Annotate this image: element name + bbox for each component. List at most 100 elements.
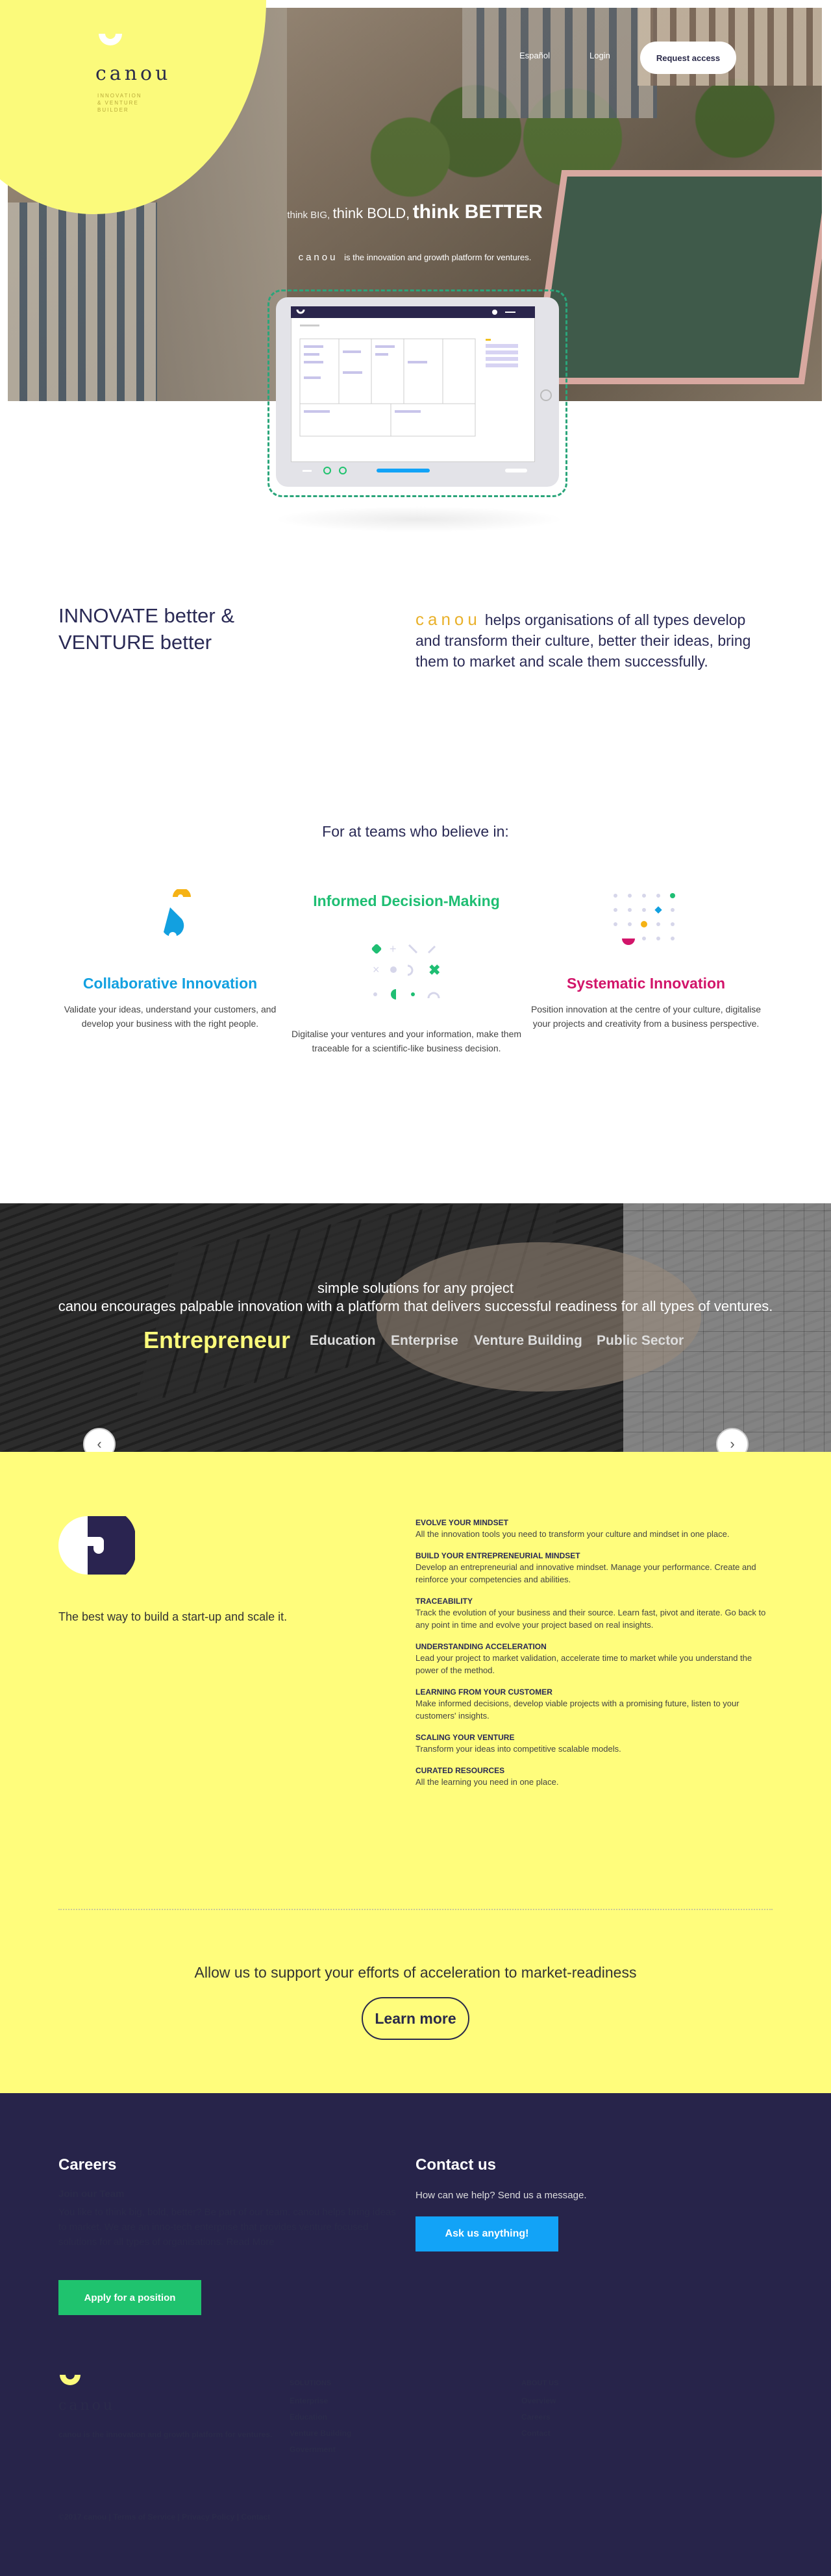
footer-solutions-column: SOLUTIONS Enterprise Education Venture B… bbox=[290, 2379, 351, 2461]
join-team-heading: Join our Team bbox=[58, 2189, 125, 2200]
ask-us-button[interactable]: Ask us anything! bbox=[416, 2216, 558, 2251]
feature-description: Digitalise your ventures and your inform… bbox=[291, 1029, 522, 1053]
feature-title: Informed Decision-Making bbox=[313, 892, 500, 909]
svg-text:✖: ✖ bbox=[428, 962, 440, 978]
list-item-title: CURATED RESOURCES bbox=[416, 1766, 505, 1775]
careers-text: You like to think big, bold, better? Be … bbox=[58, 2207, 396, 2248]
footer-link-education[interactable]: Education bbox=[290, 2412, 351, 2422]
footer-link-enterprise[interactable]: Enterprise bbox=[290, 2396, 351, 2405]
tab-venture-building[interactable]: Venture Building bbox=[474, 1333, 582, 1349]
list-item-desc: Lead your project to market validation, … bbox=[416, 1653, 752, 1675]
solutions-banner: simple solutions for any project canou e… bbox=[0, 1203, 831, 1452]
decision-icon: + × ✖ bbox=[371, 942, 440, 1000]
list-item-title: TRACEABILITY bbox=[416, 1597, 473, 1606]
list-item-title: UNDERSTANDING ACCELERATION bbox=[416, 1642, 547, 1651]
tab-public-sector[interactable]: Public Sector bbox=[597, 1333, 684, 1349]
entrepreneur-logo-icon bbox=[58, 1516, 135, 1575]
hero-building bbox=[462, 8, 657, 118]
list-item-title: LEARNING FROM YOUR CUSTOMER bbox=[416, 1687, 552, 1697]
contact-heading: Contact us bbox=[416, 2156, 497, 2174]
startup-feature-list: EVOLVE YOUR MINDSET All the innovation to… bbox=[416, 1517, 766, 1798]
believe-heading: For at teams who believe in: bbox=[322, 823, 509, 840]
feature-description: Validate your ideas, understand your cus… bbox=[64, 1004, 277, 1029]
banner-subtitle: canou encourages palpable innovation wit… bbox=[58, 1298, 773, 1314]
list-item-desc: Develop an entrepreneurial and innovativ… bbox=[416, 1562, 756, 1584]
svg-text:×: × bbox=[373, 963, 380, 976]
footer-link-careers[interactable]: Careers bbox=[521, 2412, 558, 2422]
feature-informed-desc: Digitalise your ventures and your inform… bbox=[290, 1027, 523, 1055]
intro-brand: canou bbox=[416, 609, 481, 629]
hero-brand: canou bbox=[298, 252, 338, 263]
list-item-title: EVOLVE YOUR MINDSET bbox=[416, 1518, 508, 1527]
footer-link-overview[interactable]: Overview bbox=[521, 2396, 558, 2405]
hero-subtitle-text: is the innovation and growth platform fo… bbox=[344, 252, 532, 262]
list-item-desc: All the innovation tools you need to tra… bbox=[416, 1529, 730, 1539]
list-item-desc: All the learning you need in one place. bbox=[416, 1777, 559, 1787]
hero-slogan-3: think BETTER bbox=[412, 201, 543, 223]
hero-building bbox=[8, 202, 157, 401]
list-item: SCALING YOUR VENTURE Transform your ideas… bbox=[416, 1732, 766, 1755]
systematic-icon bbox=[614, 893, 675, 946]
cta-text: Allow us to support your efforts of acce… bbox=[194, 1964, 637, 1981]
logo-subtitle: INNOVATION & VENTURE BUILDER bbox=[97, 92, 142, 114]
footer-copyright: ©2017 canou | Terms of Service | Privacy… bbox=[58, 2512, 271, 2521]
canou-logo-icon[interactable] bbox=[96, 31, 125, 60]
footer-column-title: SOLUTIONS bbox=[290, 2379, 332, 2387]
feature-title: Collaborative Innovation bbox=[82, 975, 258, 992]
logo-sub-line: & VENTURE bbox=[97, 100, 139, 106]
nav-login-link[interactable]: Login bbox=[589, 51, 610, 60]
intro-text: canou helps organisations of all types de… bbox=[416, 609, 773, 672]
list-item-desc: Track the evolution of your business and… bbox=[416, 1608, 766, 1630]
request-access-button[interactable]: Request access bbox=[640, 42, 736, 74]
chevron-right-icon: › bbox=[730, 1436, 735, 1452]
svg-text:+: + bbox=[390, 942, 397, 955]
footer-link-government[interactable]: Government bbox=[290, 2445, 351, 2454]
logo-text[interactable]: canou bbox=[95, 62, 171, 85]
list-item: LEARNING FROM YOUR CUSTOMER Make informed… bbox=[416, 1687, 766, 1722]
hero-slogan-1: think BIG, bbox=[287, 210, 330, 221]
tab-education[interactable]: Education bbox=[310, 1333, 376, 1349]
footer-column-title: ABOUT US bbox=[521, 2379, 559, 2387]
list-item: EVOLVE YOUR MINDSET All the innovation to… bbox=[416, 1517, 766, 1540]
footer-link-venture-building[interactable]: Venture Building bbox=[290, 2429, 351, 2438]
collaboration-icon bbox=[164, 889, 191, 940]
footer-link-contact[interactable]: Contact bbox=[521, 2429, 558, 2438]
list-item-title: SCALING YOUR VENTURE bbox=[416, 1733, 515, 1742]
feature-informed: Informed Decision-Making bbox=[290, 891, 523, 911]
banner-title: simple solutions for any project bbox=[317, 1280, 514, 1296]
list-item: UNDERSTANDING ACCELERATION Lead your proj… bbox=[416, 1641, 766, 1676]
feature-collaborative: Collaborative Innovation Validate your i… bbox=[53, 974, 287, 1031]
footer-logo-text[interactable]: canou bbox=[58, 2398, 115, 2414]
feature-systematic: Systematic Innovation Position innovatio… bbox=[529, 974, 763, 1031]
tablet-app-canvas bbox=[296, 309, 527, 474]
nav-language-link[interactable]: Español bbox=[519, 51, 550, 60]
footer-tagline: canou is the innovation and growth platf… bbox=[58, 2430, 273, 2439]
tablet-shadow bbox=[273, 506, 565, 532]
list-item-desc: Transform your ideas into competitive sc… bbox=[416, 1744, 621, 1754]
contact-text: How can we help? Send us a message. bbox=[416, 2190, 587, 2201]
list-item: BUILD YOUR ENTREPRENEURIAL MINDSET Develo… bbox=[416, 1551, 766, 1586]
startup-tagline: The best way to build a start-up and sca… bbox=[58, 1610, 288, 1623]
list-item: TRACEABILITY Track the evolution of your … bbox=[416, 1596, 766, 1631]
feature-title: Systematic Innovation bbox=[566, 975, 726, 992]
hero-slogan-2: think BOLD, bbox=[332, 205, 410, 221]
list-item: CURATED RESOURCES All the learning you ne… bbox=[416, 1765, 766, 1788]
learn-more-button[interactable]: Learn more bbox=[362, 1997, 469, 2040]
banner-hand bbox=[377, 1242, 701, 1392]
hero-subtitle: canou is the innovation and growth platf… bbox=[8, 252, 822, 263]
section-divider bbox=[58, 1909, 773, 1910]
tablet-home-button bbox=[540, 389, 552, 401]
logo-sub-line: BUILDER bbox=[97, 107, 129, 113]
logo-sub-line: INNOVATION bbox=[97, 93, 142, 99]
list-item-title: BUILD YOUR ENTREPRENEURIAL MINDSET bbox=[416, 1551, 580, 1560]
footer-logo-icon[interactable] bbox=[58, 2374, 82, 2393]
footer-about-column: ABOUT US Overview Careers Contact bbox=[521, 2379, 558, 2445]
intro-heading: INNOVATE better & VENTURE better bbox=[58, 604, 235, 654]
chevron-left-icon: ‹ bbox=[97, 1436, 102, 1452]
tab-entrepreneur[interactable]: Entrepreneur bbox=[143, 1327, 290, 1354]
tab-enterprise[interactable]: Enterprise bbox=[391, 1333, 458, 1349]
list-item-desc: Make informed decisions, develop viable … bbox=[416, 1699, 739, 1721]
careers-heading: Careers bbox=[58, 2156, 117, 2174]
feature-description: Position innovation at the centre of you… bbox=[530, 1004, 762, 1029]
apply-button[interactable]: Apply for a position bbox=[58, 2280, 201, 2315]
